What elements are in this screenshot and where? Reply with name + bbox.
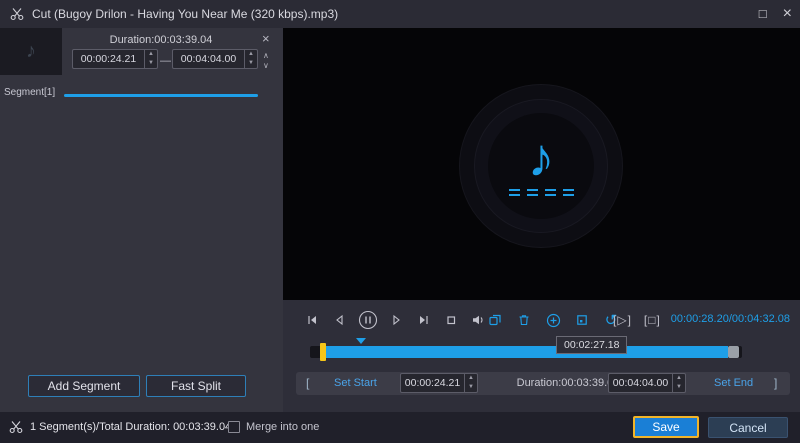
trim-start-time-spinner[interactable]: 00:00:24.21 ▲ ▼ [400,373,478,393]
window-title: Cut (Bugoy Drilon - Having You Near Me (… [32,7,339,21]
transport-controls [303,309,487,331]
timeline-selected-range[interactable] [324,346,728,358]
trim-start-time-value: 00:00:24.21 [404,377,461,389]
spinner-arrows[interactable]: ▲ ▼ [464,374,477,392]
merge-into-one-checkbox[interactable] [228,421,240,433]
range-separator: — [160,55,171,67]
timeline-end-handle[interactable] [728,346,739,358]
scissors-icon [10,7,24,21]
segment-move-down-icon[interactable]: ∨ [263,62,269,70]
playback-time-display: 00:00:28.20/00:04:32.08 [670,313,790,325]
spin-up-icon[interactable]: ▲ [465,374,477,383]
step-back-icon[interactable] [330,311,348,329]
segment-end-time-value: 00:04:04.00 [180,53,237,65]
save-button-label: Save [652,420,680,434]
fast-split-label: Fast Split [170,379,221,393]
step-forward-icon[interactable] [388,311,406,329]
preview-mode-controls: [▷] [□] [613,309,661,331]
timeline-start-handle[interactable] [320,343,326,361]
skip-to-end-icon[interactable] [415,311,433,329]
split-segment-icon[interactable] [486,311,504,329]
spin-down-icon[interactable]: ▼ [245,59,257,68]
title-bar: Cut (Bugoy Drilon - Having You Near Me (… [0,0,800,28]
spin-up-icon[interactable]: ▲ [145,50,157,59]
segment-panel: ♪ Duration:00:03:39.04 × 00:00:24.21 ▲ ▼… [0,28,283,412]
maximize-button-icon[interactable]: □ [759,0,767,28]
add-segment-button[interactable]: Add Segment [28,375,140,397]
delete-segment-icon[interactable] [515,311,533,329]
disc-middle-ring: ♪ [474,99,608,233]
spin-up-icon[interactable]: ▲ [673,374,685,383]
set-end-button[interactable]: Set End [714,377,753,389]
segment-duration-label: Duration:00:03:39.04 [109,34,213,46]
segment-end-time-spinner[interactable]: 00:04:04.00 ▲ ▼ [172,49,258,69]
cancel-button-label: Cancel [729,420,767,435]
crop-icon[interactable] [573,311,591,329]
segment-start-time-value: 00:00:24.21 [80,53,137,65]
disc-center: ♪ [488,113,594,219]
segment-move-up-icon[interactable]: ∧ [263,52,269,60]
segment-range-bar[interactable] [64,94,258,97]
add-segment-label: Add Segment [47,379,121,393]
save-button[interactable]: Save [633,416,699,438]
spinner-arrows[interactable]: ▲ ▼ [672,374,685,392]
cancel-button[interactable]: Cancel [708,417,788,438]
total-duration-summary: 1 Segment(s)/Total Duration: 00:03:39.04 [30,421,232,433]
audio-preview-area: ♪ [283,28,800,300]
cut-dialog-window: Cut (Bugoy Drilon - Having You Near Me (… [0,0,800,443]
play-segment-icon[interactable]: [▷] [613,313,632,327]
set-start-button[interactable]: Set Start [334,377,377,389]
timeline-tooltip: 00:02:27.18 [556,336,628,354]
trim-end-time-spinner[interactable]: 00:04:04.00 ▲ ▼ [608,373,686,393]
pause-button-icon[interactable] [357,309,379,331]
timeline-track[interactable] [310,338,742,361]
volume-icon[interactable] [469,311,487,329]
trim-bar: [ Set Start 00:00:24.21 ▲ ▼ Duration:00:… [296,372,790,395]
music-note-icon: ♪ [26,40,36,62]
close-button-icon[interactable]: × [783,0,792,28]
skip-to-start-icon[interactable] [303,311,321,329]
spinner-arrows[interactable]: ▲ ▼ [244,50,257,68]
scissors-icon [9,420,23,434]
start-bracket: [ [306,376,310,390]
spin-down-icon[interactable]: ▼ [673,383,685,392]
spin-down-icon[interactable]: ▼ [145,59,157,68]
stop-segment-icon[interactable]: [□] [644,313,661,327]
fast-split-button[interactable]: Fast Split [146,375,246,397]
segment-thumbnail[interactable]: ♪ [0,28,62,75]
segment-edit-controls: ↺ [486,309,620,331]
spin-down-icon[interactable]: ▼ [465,383,477,392]
segment-remove-icon[interactable]: × [262,31,270,46]
end-bracket: ] [774,376,778,390]
add-segment-icon[interactable] [544,311,562,329]
trim-end-time-value: 00:04:04.00 [612,377,669,389]
segment-start-time-spinner[interactable]: 00:00:24.21 ▲ ▼ [72,49,158,69]
merge-into-one-label: Merge into one [246,421,320,433]
spinner-arrows[interactable]: ▲ ▼ [144,50,157,68]
equalizer-dashes [508,188,574,196]
disc-outer-ring: ♪ [459,84,623,248]
music-note-icon: ♪ [527,127,555,188]
playhead-marker[interactable] [356,338,366,344]
spin-up-icon[interactable]: ▲ [245,50,257,59]
stop-icon[interactable] [442,311,460,329]
segment-item-label: Segment[1] [4,87,56,98]
